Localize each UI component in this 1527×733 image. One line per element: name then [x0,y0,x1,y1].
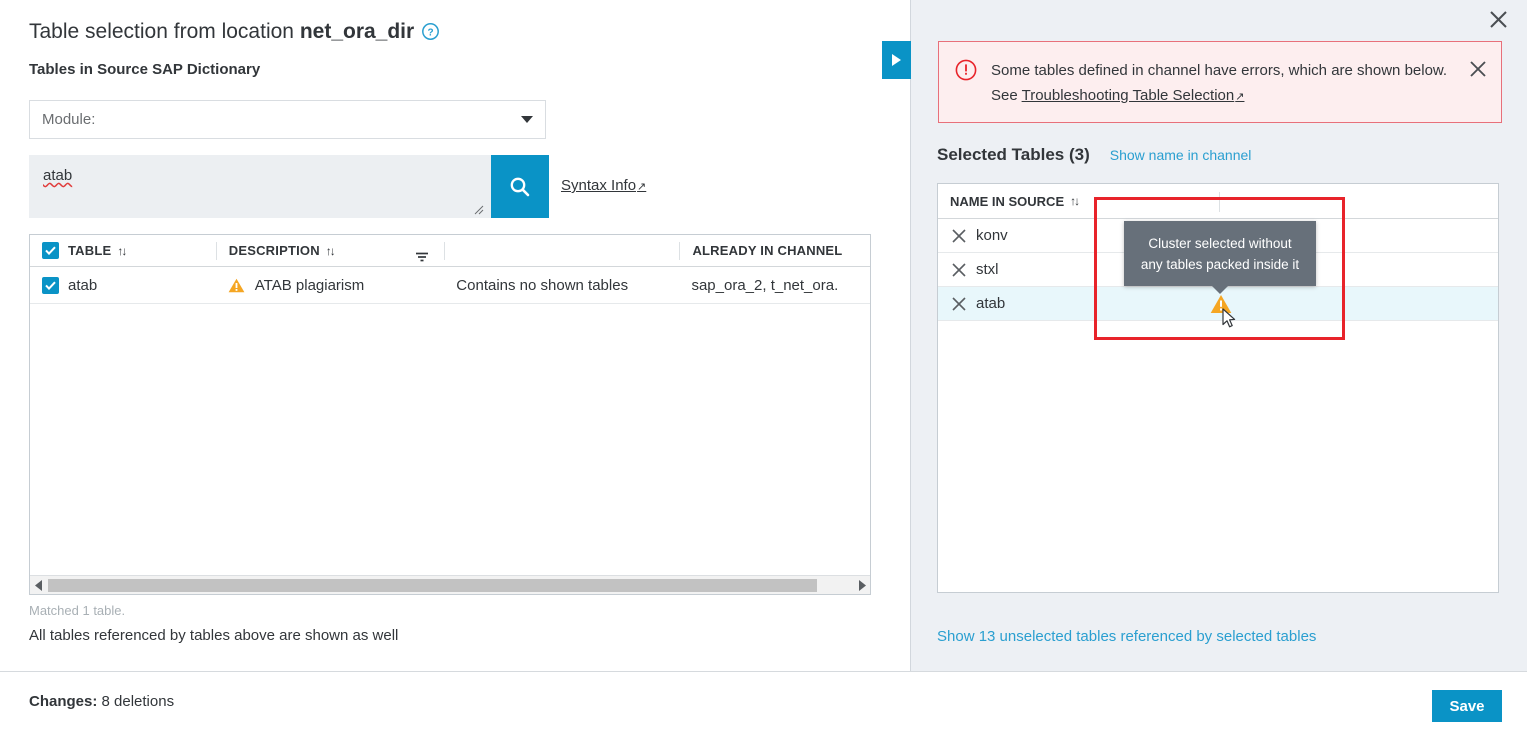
table-selection-dialog: Table selection from location net_ora_di… [0,0,1527,733]
mouse-cursor-icon [1222,308,1236,328]
column-header-already-in-channel-label: ALREADY IN CHANNEL [692,243,843,258]
search-input-value: atab [43,167,73,184]
section-title: Tables in Source SAP Dictionary [29,61,261,78]
collapse-panel-button[interactable] [882,41,911,79]
column-header-table-label: TABLE [68,243,112,258]
list-item-label: konv [976,227,1008,244]
matched-text: Matched 1 table. [29,603,126,618]
filter-icon[interactable] [414,250,430,265]
external-link-icon: ↗ [1235,91,1245,103]
select-all-checkbox[interactable] [42,242,59,259]
column-header-description-label: DESCRIPTION [228,243,320,258]
show-unselected-tables-link[interactable]: Show 13 unselected tables referenced by … [937,628,1316,645]
close-icon [1489,10,1507,28]
error-circle-icon [955,59,977,81]
search-button[interactable] [491,155,549,218]
tooltip-arrow [1212,286,1228,294]
close-icon [952,262,966,277]
show-name-in-channel-link[interactable]: Show name in channel [1110,147,1252,163]
search-row: Syntax Info↗ [29,155,646,218]
list-item-label: stxl [976,261,999,278]
search-input[interactable] [29,155,491,218]
chevron-left-icon [34,579,42,591]
list-item-label: atab [976,295,1006,312]
remove-table-button[interactable] [952,228,966,243]
tooltip: Cluster selected without any tables pack… [1124,221,1316,286]
error-banner: Some tables defined in channel have erro… [938,41,1502,123]
cell-contains: Contains no shown tables [444,267,679,304]
left-pane: Table selection from location net_ora_di… [0,0,910,671]
cell-description: ATAB plagiarism [216,267,445,304]
chevron-right-icon [858,579,866,591]
cell-table: atab [30,267,216,304]
cell-description-value: ATAB plagiarism [254,276,365,294]
save-button[interactable]: Save [1432,690,1502,722]
table-row[interactable]: atab ATAB plagiarism Contains no shown t… [30,267,870,304]
troubleshooting-link[interactable]: Troubleshooting Table Selection↗ [1022,87,1245,104]
column-header-already-in-channel[interactable]: ALREADY IN CHANNEL [679,241,870,260]
chevron-down-icon [521,116,533,123]
sort-updown-icon[interactable]: ↑↓ [1070,194,1080,208]
resize-grip-icon[interactable] [474,205,484,215]
column-divider [1219,192,1220,212]
referenced-text: All tables referenced by tables above ar… [29,627,399,644]
search-icon [510,177,530,196]
close-dialog-button[interactable] [1483,4,1513,34]
page-title: Table selection from location net_ora_di… [29,20,440,44]
changes-value: 8 deletions [97,693,175,710]
scroll-right-button[interactable] [853,579,870,591]
selected-tables-header: Selected Tables (3) Show name in channel [937,145,1251,165]
troubleshooting-link-label: Troubleshooting Table Selection [1021,87,1235,104]
close-icon [952,228,966,243]
table-header-row: TABLE ↑↓ DESCRIPTION ↑↓ ALREADY IN CHANN… [30,235,870,267]
selected-table-header-row[interactable]: NAME IN SOURCE ↑↓ [938,184,1498,219]
scroll-left-button[interactable] [30,579,47,591]
column-header-name-in-source: NAME IN SOURCE [950,193,1065,209]
warning-triangle-icon [228,278,245,292]
remove-table-button[interactable] [952,296,966,311]
cell-already-in-channel: sap_ora_2, t_net_ora. [679,267,870,304]
syntax-info-link[interactable]: Syntax Info↗ [561,177,646,194]
column-header-description[interactable]: DESCRIPTION ↑↓ [215,241,445,261]
footer: Changes: 8 deletions Save [0,671,1527,733]
svg-text:?: ? [428,28,434,39]
scrollbar-thumb[interactable] [48,578,817,592]
page-title-prefix: Table selection from location [29,20,300,43]
external-link-icon: ↗ [637,181,647,193]
cell-already-in-channel-value: sap_ora_2, t_net_ora. [691,276,839,294]
remove-table-button[interactable] [952,262,966,277]
selected-tables-title: Selected Tables (3) [937,145,1090,164]
help-circle-icon[interactable]: ? [422,22,440,41]
module-select-label: Module: [42,111,96,128]
source-tables-table: TABLE ↑↓ DESCRIPTION ↑↓ ALREADY IN CHANN… [29,234,871,595]
sort-updown-icon[interactable]: ↑↓ [326,244,336,258]
horizontal-scrollbar[interactable] [30,575,870,594]
row-checkbox[interactable] [42,276,59,294]
close-icon [952,296,966,311]
column-header-contains[interactable] [444,241,679,260]
error-message: Some tables defined in channel have erro… [991,58,1463,110]
page-title-location: net_ora_dir [299,20,415,43]
dismiss-error-button[interactable] [1469,60,1487,78]
syntax-info-label: Syntax Info [561,177,637,194]
cell-table-value: atab [68,276,98,294]
changes-summary: Changes: 8 deletions [29,693,174,710]
module-select[interactable]: Module: [29,100,546,139]
column-header-table[interactable]: TABLE ↑↓ [30,235,216,267]
changes-label: Changes: [29,693,98,710]
sort-updown-icon[interactable]: ↑↓ [117,244,127,258]
cell-contains-value: Contains no shown tables [456,276,629,294]
chevron-right-icon [892,54,901,66]
